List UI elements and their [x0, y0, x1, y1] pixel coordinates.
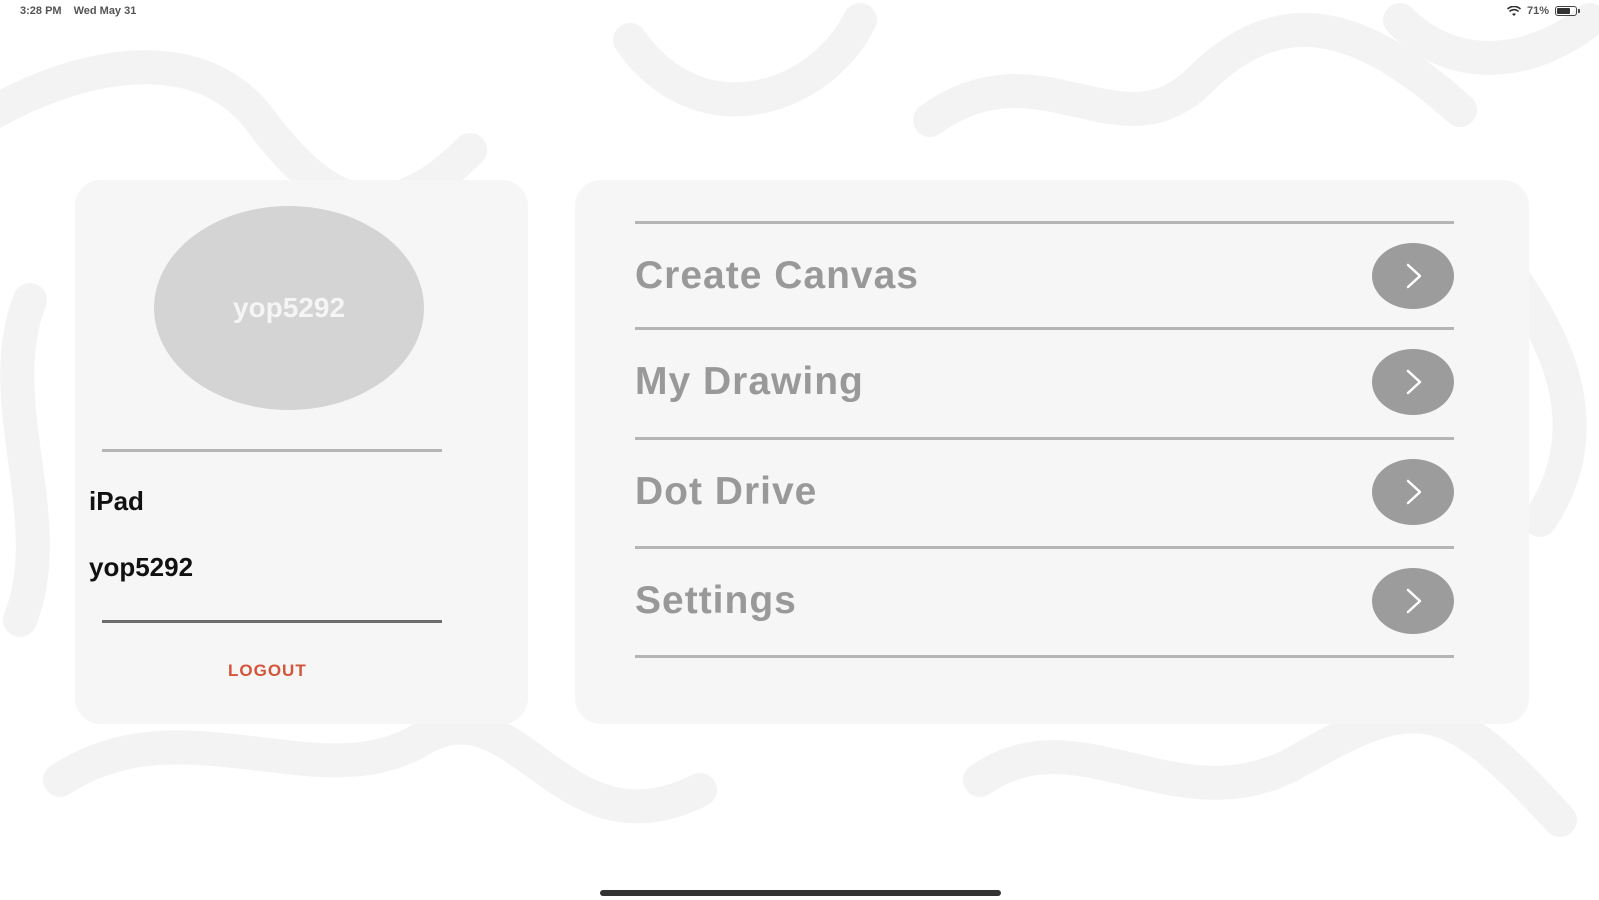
status-time: 3:28 PM [20, 5, 62, 17]
profile-divider-top [102, 449, 442, 452]
menu-item-label: Dot Drive [635, 470, 818, 513]
profile-card: yop5292 iPad yop5292 LOGOUT [75, 180, 528, 724]
menu-item-label: Settings [635, 579, 797, 622]
home-indicator[interactable] [600, 890, 1001, 896]
device-name: iPad [89, 486, 144, 516]
battery-percent: 71% [1526, 5, 1549, 17]
menu-item-my-drawing[interactable]: My Drawing [635, 330, 1454, 434]
battery-fill [1557, 8, 1570, 14]
status-left: 3:28 PM Wed May 31 [20, 5, 136, 17]
chevron-right-icon[interactable] [1372, 243, 1454, 309]
avatar[interactable]: yop5292 [154, 206, 424, 410]
profile-divider-bottom [102, 620, 442, 623]
menu-item-create-canvas[interactable]: Create Canvas [635, 224, 1454, 328]
menu-card: Create Canvas My Drawing Dot Drive Setti… [575, 180, 1529, 724]
chevron-right-icon[interactable] [1372, 349, 1454, 415]
chevron-right-icon[interactable] [1372, 568, 1454, 634]
logout-button[interactable]: LOGOUT [228, 661, 307, 681]
menu-item-dot-drive[interactable]: Dot Drive [635, 440, 1454, 544]
menu-item-settings[interactable]: Settings [635, 549, 1454, 653]
wifi-icon [1506, 5, 1521, 16]
menu-divider [635, 655, 1454, 658]
status-bar: 3:28 PM Wed May 31 71% [0, 0, 1599, 24]
username: yop5292 [89, 552, 194, 582]
battery-icon [1555, 6, 1580, 16]
chevron-right-icon[interactable] [1372, 459, 1454, 525]
menu-item-label: Create Canvas [635, 254, 919, 297]
avatar-text: yop5292 [232, 292, 346, 323]
status-right: 71% [1506, 5, 1580, 17]
status-date: Wed May 31 [73, 5, 137, 17]
menu-item-label: My Drawing [635, 360, 864, 403]
